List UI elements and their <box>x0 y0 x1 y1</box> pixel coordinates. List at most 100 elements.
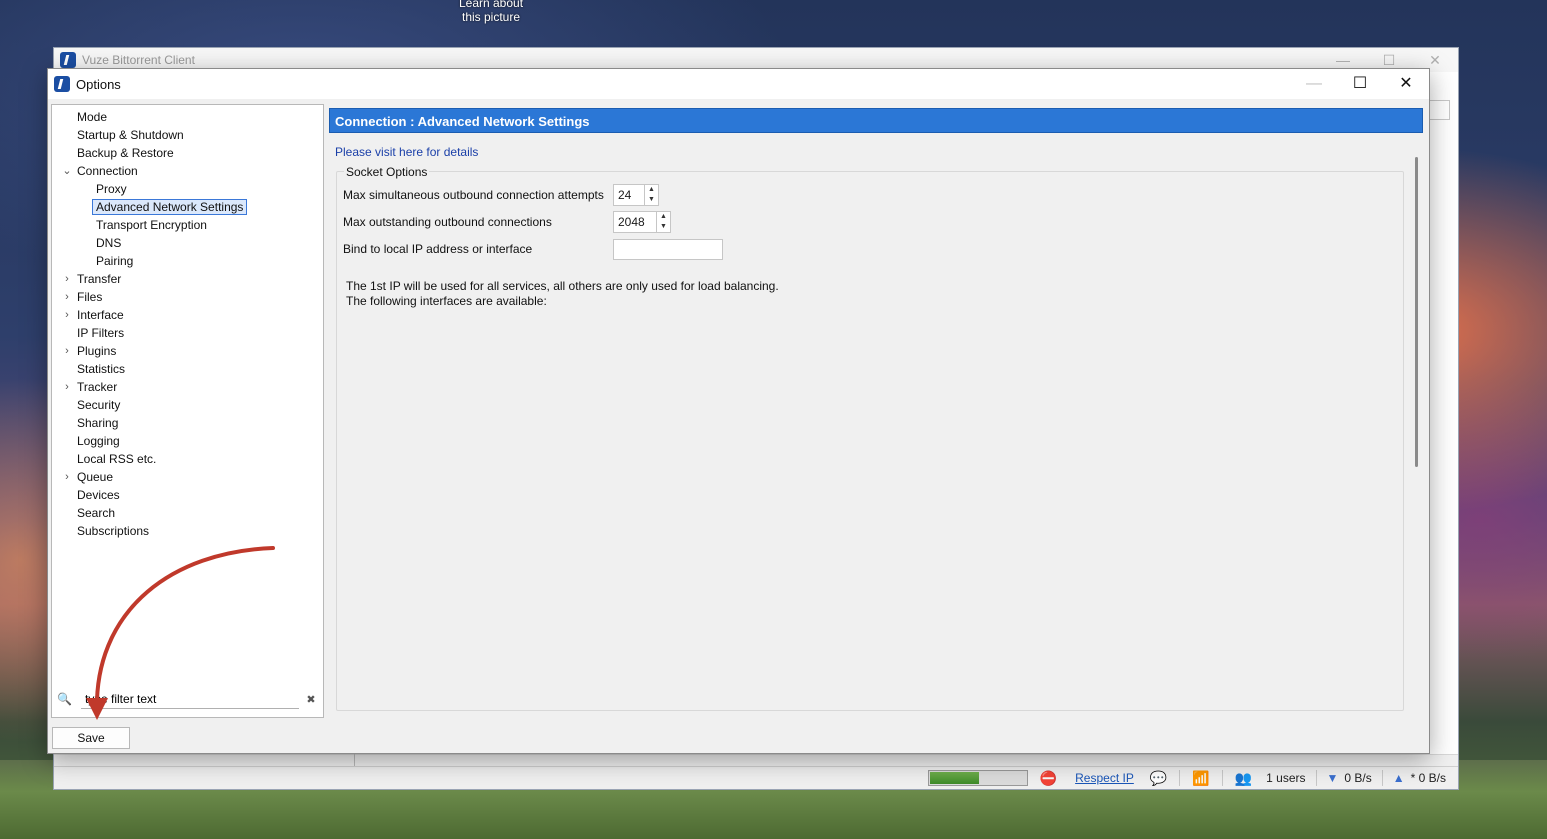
options-close-button[interactable]: ✕ <box>1383 69 1429 99</box>
tree-item-label: Search <box>77 506 116 520</box>
respect-ip-link[interactable]: Respect IP <box>1075 771 1134 785</box>
tree-item-transfer[interactable]: › Transfer <box>52 270 323 288</box>
max-outstanding-spinner[interactable]: 2048 ▲ ▼ <box>613 211 671 233</box>
tree-item-mode[interactable]: Mode <box>52 108 323 126</box>
network-wifi-icon[interactable]: 📶 <box>1192 770 1209 786</box>
clear-filter-icon[interactable]: ✖ <box>303 693 319 706</box>
status-separator <box>1315 770 1317 786</box>
upload-speed[interactable]: * 0 B/s <box>1411 771 1446 785</box>
search-icon: 🔍 <box>57 692 72 706</box>
filter-input[interactable] <box>81 689 299 709</box>
tree-item-label: Files <box>77 290 103 304</box>
options-window-controls: — ☐ ✕ <box>1291 69 1429 99</box>
tree-item-statistics[interactable]: Statistics <box>52 360 323 378</box>
expand-arrow-icon[interactable]: › <box>61 306 73 324</box>
options-title: Options <box>76 76 121 92</box>
expand-arrow-icon[interactable]: › <box>61 288 73 306</box>
tree-item-label: DNS <box>96 236 122 250</box>
tree-item-label: Security <box>77 398 121 412</box>
options-minimize-button[interactable]: — <box>1291 69 1337 99</box>
tree-item-devices[interactable]: Devices <box>52 486 323 504</box>
tree-item-ip-filters[interactable]: IP Filters <box>52 324 323 342</box>
scrollbar-thumb[interactable] <box>1415 157 1418 467</box>
tree-filter: 🔍 ✖ <box>57 689 319 709</box>
spinner-buttons: ▲ ▼ <box>644 185 658 205</box>
content-scrollbar[interactable] <box>1414 157 1419 713</box>
tree-item-queue[interactable]: › Queue <box>52 468 323 486</box>
save-button[interactable]: Save <box>52 727 130 749</box>
tree-item-label: Startup & Shutdown <box>77 128 184 142</box>
tree-item-dns[interactable]: DNS <box>52 234 323 252</box>
tree-item-label: Subscriptions <box>77 524 150 538</box>
tree-item-connection[interactable]: ⌄ Connection <box>52 162 323 180</box>
tree-item-sharing[interactable]: Sharing <box>52 414 323 432</box>
options-maximize-button[interactable]: ☐ <box>1337 69 1383 99</box>
expand-arrow-icon[interactable]: › <box>61 378 73 396</box>
tree-item-backup-restore[interactable]: Backup & Restore <box>52 144 323 162</box>
bind-ip-field[interactable] <box>613 238 723 260</box>
tree-item-label: Tracker <box>77 380 118 394</box>
tree-item-label: Statistics <box>77 362 126 376</box>
status-bar: ⛔ Respect IP 💬 📶 👥 1 users ▼ 0 B/s ▲ * 0… <box>54 766 1458 789</box>
collapse-arrow-icon[interactable]: ⌄ <box>61 162 73 180</box>
bind-ip-label: Bind to local IP address or interface <box>343 242 533 256</box>
vuze-logo-icon <box>54 76 70 92</box>
tree-item-label: Transport Encryption <box>96 218 207 232</box>
status-progress-fill <box>929 772 979 784</box>
tree-item-files[interactable]: › Files <box>52 288 323 306</box>
info-line-1: The 1st IP will be used for all services… <box>346 279 779 293</box>
tree-item-plugins[interactable]: › Plugins <box>52 342 323 360</box>
spinner-down-icon[interactable]: ▼ <box>657 222 670 232</box>
expand-arrow-icon[interactable]: › <box>61 468 73 486</box>
tree-item-search[interactable]: Search <box>52 504 323 522</box>
upload-speed-icon: ▲ <box>1392 771 1405 785</box>
wallpaper-caption[interactable]: Learn about this picture <box>455 0 527 24</box>
max-attempts-value[interactable]: 24 <box>614 185 644 205</box>
details-link[interactable]: Please visit here for details <box>335 145 478 159</box>
users-icon: 👥 <box>1234 770 1253 786</box>
max-outstanding-row: Max outstanding outbound connections 204… <box>343 211 671 233</box>
tree-item-advanced-network-settings[interactable]: Advanced Network Settings <box>52 198 323 216</box>
spinner-buttons: ▲ ▼ <box>656 212 670 232</box>
status-separator <box>1179 770 1181 786</box>
chat-icon[interactable]: 💬 <box>1150 770 1167 786</box>
spinner-up-icon[interactable]: ▲ <box>645 185 658 195</box>
spinner-down-icon[interactable]: ▼ <box>645 195 658 205</box>
options-tree: Mode Startup & Shutdown Backup & Restore ⌄ C… <box>52 105 323 540</box>
tree-item-label: Plugins <box>77 344 117 358</box>
download-speed[interactable]: 0 B/s <box>1344 771 1371 785</box>
status-progress-bar <box>927 770 1028 786</box>
tree-item-label: Mode <box>77 110 108 124</box>
tree-item-label: Proxy <box>96 182 127 196</box>
max-attempts-label: Max simultaneous outbound connection att… <box>343 188 604 202</box>
expand-arrow-icon[interactable]: › <box>61 270 73 288</box>
spinner-up-icon[interactable]: ▲ <box>657 212 670 222</box>
tree-item-local-rss-etc[interactable]: Local RSS etc. <box>52 450 323 468</box>
tree-item-interface[interactable]: › Interface <box>52 306 323 324</box>
max-outstanding-label: Max outstanding outbound connections <box>343 215 552 229</box>
max-attempts-row: Max simultaneous outbound connection att… <box>343 184 659 206</box>
users-count[interactable]: 1 users <box>1266 771 1305 785</box>
bind-ip-row: Bind to local IP address or interface <box>343 238 723 260</box>
nat-status-icon[interactable]: ⛔ <box>1040 770 1057 786</box>
max-outstanding-value[interactable]: 2048 <box>614 212 656 232</box>
tree-item-label: Queue <box>77 470 114 484</box>
tree-item-label: Sharing <box>77 416 119 430</box>
tree-item-proxy[interactable]: Proxy <box>52 180 323 198</box>
tree-item-logging[interactable]: Logging <box>52 432 323 450</box>
max-attempts-spinner[interactable]: 24 ▲ ▼ <box>613 184 659 206</box>
info-line-2: The following interfaces are available: <box>346 294 547 308</box>
tree-item-transport-encryption[interactable]: Transport Encryption <box>52 216 323 234</box>
socket-options-title: Socket Options <box>344 165 430 179</box>
expand-arrow-icon[interactable]: › <box>61 342 73 360</box>
tree-item-subscriptions[interactable]: Subscriptions <box>52 522 323 540</box>
tree-item-pairing[interactable]: Pairing <box>52 252 323 270</box>
tree-item-label: Devices <box>77 488 120 502</box>
main-search-field[interactable] <box>1428 100 1450 120</box>
tree-item-tracker[interactable]: › Tracker <box>52 378 323 396</box>
section-header: Connection : Advanced Network Settings <box>329 108 1423 133</box>
tree-item-label: Pairing <box>96 254 134 268</box>
tree-item-startup-shutdown[interactable]: Startup & Shutdown <box>52 126 323 144</box>
tree-item-security[interactable]: Security <box>52 396 323 414</box>
options-titlebar: Options <box>48 69 1429 99</box>
